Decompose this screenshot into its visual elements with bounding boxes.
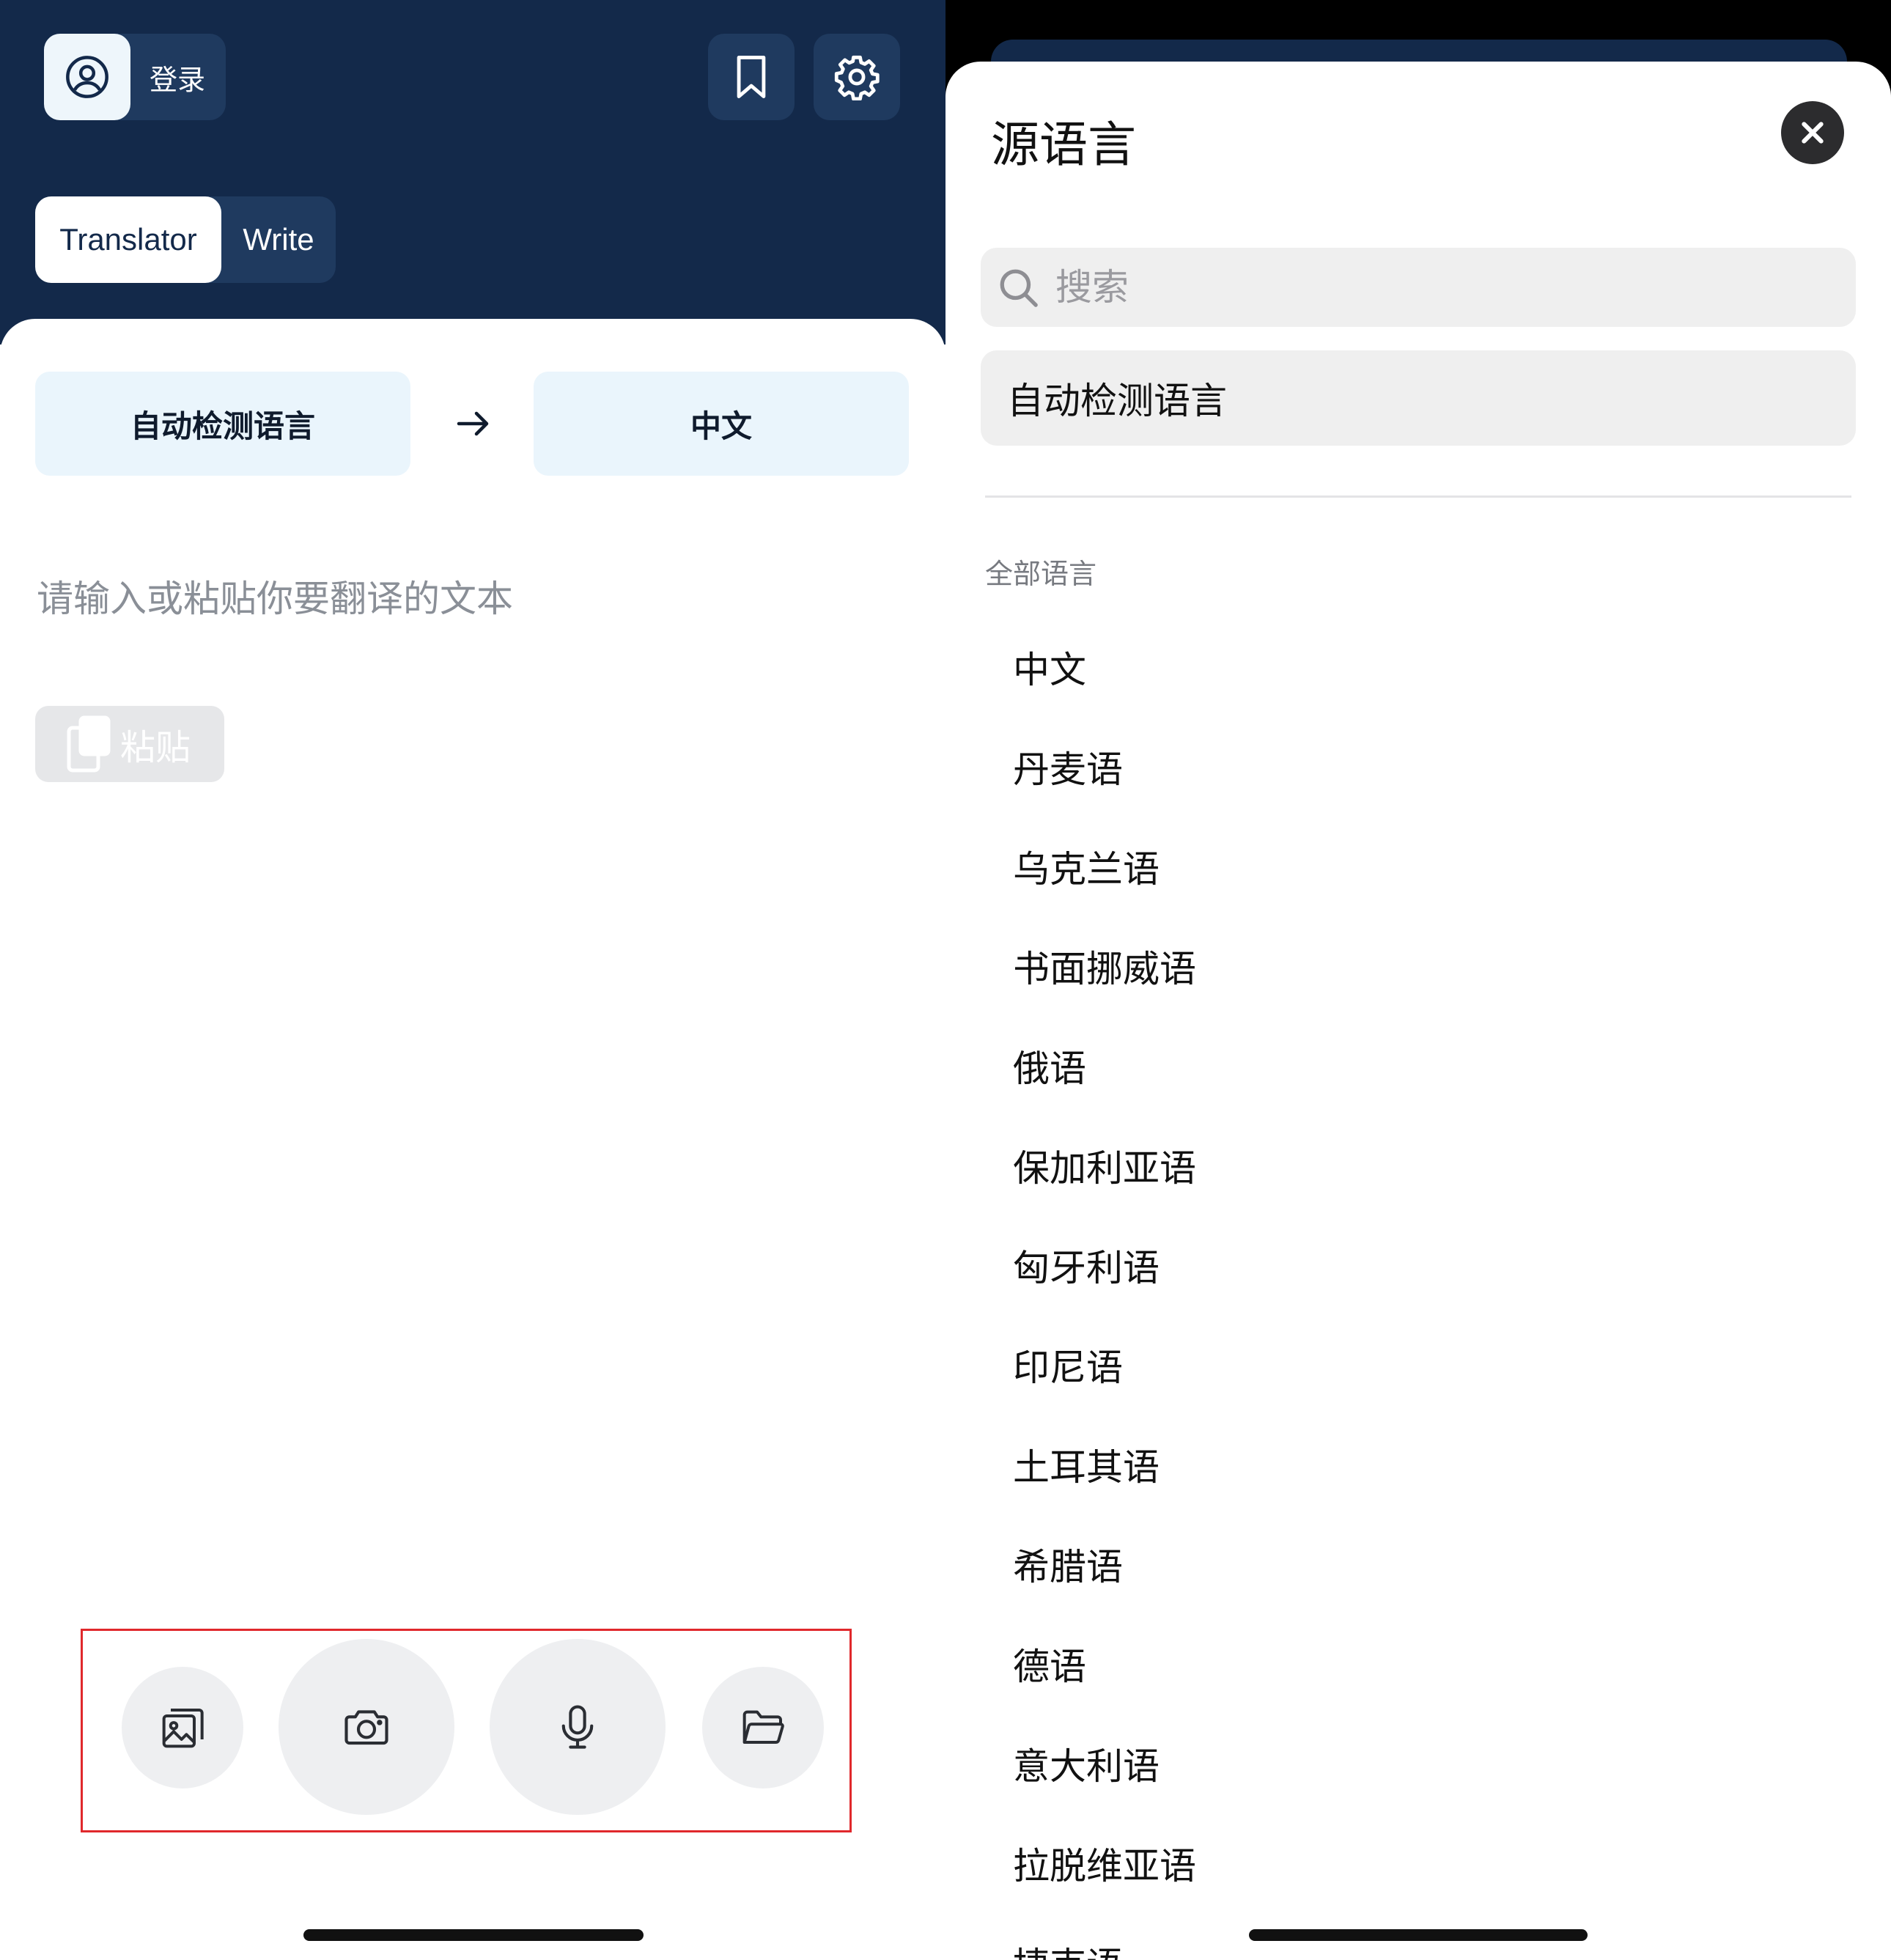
source-text-input[interactable]: 请输入或粘贴你要翻译的文本 bbox=[37, 570, 513, 622]
language-item[interactable]: 拉脱维亚语 bbox=[946, 1813, 1891, 1913]
tab-translator[interactable]: Translator bbox=[35, 196, 221, 283]
language-item[interactable]: 匈牙利语 bbox=[946, 1215, 1891, 1315]
language-item[interactable]: 书面挪威语 bbox=[946, 916, 1891, 1016]
divider bbox=[985, 495, 1851, 498]
avatar bbox=[44, 34, 130, 120]
settings-button[interactable] bbox=[814, 34, 900, 120]
language-list: 中文 丹麦语 乌克兰语 书面挪威语 俄语 保加利亚语 匈牙利语 印尼语 土耳其语… bbox=[946, 617, 1891, 1960]
language-item[interactable]: 保加利亚语 bbox=[946, 1116, 1891, 1215]
image-icon bbox=[162, 1709, 204, 1748]
voice-input-button[interactable] bbox=[490, 1639, 666, 1815]
close-button[interactable] bbox=[1781, 101, 1844, 164]
language-item[interactable]: 俄语 bbox=[946, 1016, 1891, 1116]
language-item[interactable]: 中文 bbox=[946, 617, 1891, 717]
language-item[interactable]: 丹麦语 bbox=[946, 717, 1891, 817]
gear-icon bbox=[834, 55, 880, 100]
language-picker-sheet: 源语言 自动检测语言 全部语言 中文 丹麦语 乌克兰语 书面挪威语 俄语 保加利… bbox=[946, 62, 1891, 1960]
auto-detect-option[interactable]: 自动检测语言 bbox=[981, 350, 1856, 446]
paste-button[interactable]: 粘贴 bbox=[35, 706, 224, 782]
home-indicator bbox=[303, 1929, 644, 1941]
camera-button[interactable] bbox=[279, 1639, 454, 1815]
microphone-icon bbox=[561, 1705, 594, 1749]
paste-label: 粘贴 bbox=[120, 727, 191, 768]
picker-title: 源语言 bbox=[991, 117, 1136, 173]
arrow-right-icon[interactable] bbox=[447, 405, 498, 442]
source-language-picker-screen: 源语言 自动检测语言 全部语言 中文 丹麦语 乌克兰语 书面挪威语 俄语 保加利… bbox=[946, 0, 1891, 1960]
clipboard-icon bbox=[67, 715, 111, 773]
close-icon bbox=[1802, 122, 1824, 144]
search-icon bbox=[1000, 269, 1038, 307]
source-language-button[interactable]: 自动检测语言 bbox=[35, 372, 410, 476]
camera-icon bbox=[344, 1710, 388, 1745]
search-input[interactable] bbox=[1055, 266, 1788, 309]
home-indicator bbox=[1249, 1929, 1588, 1941]
language-item[interactable]: 希腊语 bbox=[946, 1514, 1891, 1614]
bookmark-icon bbox=[737, 55, 766, 98]
folder-icon bbox=[742, 1710, 784, 1744]
file-upload-button[interactable] bbox=[702, 1667, 824, 1788]
language-item[interactable]: 印尼语 bbox=[946, 1315, 1891, 1415]
language-item[interactable]: 土耳其语 bbox=[946, 1415, 1891, 1514]
image-upload-button[interactable] bbox=[122, 1667, 243, 1788]
login-button[interactable]: 登录 bbox=[44, 34, 226, 120]
target-language-button[interactable]: 中文 bbox=[534, 372, 909, 476]
section-label-all-languages: 全部语言 bbox=[985, 558, 1097, 590]
language-item[interactable]: 德语 bbox=[946, 1614, 1891, 1714]
user-icon bbox=[66, 56, 108, 98]
login-label: 登录 bbox=[150, 63, 206, 96]
language-item[interactable]: 乌克兰语 bbox=[946, 817, 1891, 916]
bookmark-button[interactable] bbox=[708, 34, 795, 120]
tab-write[interactable]: Write bbox=[221, 196, 336, 283]
search-bar[interactable] bbox=[981, 248, 1856, 327]
mode-tabs: Translator Write bbox=[35, 196, 336, 283]
translator-screen: 登录 Translator Write 自动检测语言 中文 请输入或粘贴你要翻译… bbox=[0, 0, 946, 1960]
language-item[interactable]: 意大利语 bbox=[946, 1714, 1891, 1813]
header-bar: 登录 Translator Write bbox=[0, 0, 946, 345]
